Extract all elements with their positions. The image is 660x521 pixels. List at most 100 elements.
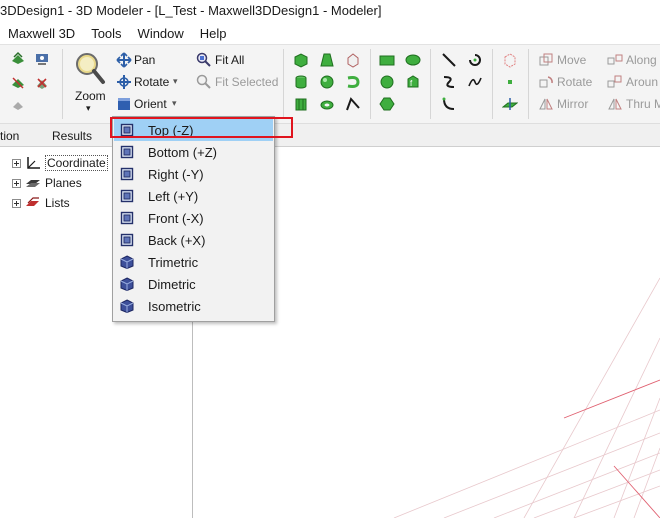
menu-label-dimetric: Dimetric <box>148 276 196 292</box>
pan-icon[interactable] <box>116 52 132 68</box>
fit-selected-icon[interactable] <box>196 74 212 90</box>
sphere-primitive-icon[interactable] <box>319 74 335 90</box>
duplicate-mirror-icon[interactable] <box>607 96 623 112</box>
polyhedron-primitive-icon[interactable] <box>345 52 361 68</box>
expand-icon[interactable] <box>12 198 21 208</box>
fit-all-label[interactable]: Fit All <box>215 53 244 67</box>
rotate-label[interactable]: Rotate <box>134 75 169 89</box>
rectangle-primitive-icon[interactable] <box>379 52 395 68</box>
iso-cube-icon <box>120 277 134 291</box>
cube-view-icon <box>120 233 134 247</box>
center-point-arc-icon[interactable] <box>441 96 457 112</box>
plane-icon[interactable] <box>502 96 518 112</box>
menu-label-trimetric: Trimetric <box>148 254 199 270</box>
spline-icon[interactable] <box>441 74 457 90</box>
tab-results[interactable]: Results <box>52 129 92 143</box>
menu-item-isometric[interactable]: Isometric <box>114 295 273 317</box>
expand-icon[interactable] <box>12 178 21 188</box>
fit-selected-label[interactable]: Fit Selected <box>215 75 278 89</box>
circle-primitive-icon[interactable] <box>379 74 395 90</box>
bondwire-primitive-icon[interactable] <box>345 96 361 112</box>
menu-label-isometric: Isometric <box>148 298 201 314</box>
fit-all-icon[interactable] <box>196 52 212 68</box>
ellipse-primitive-icon[interactable] <box>405 52 421 68</box>
tree-item-lists[interactable]: Lists <box>12 194 70 212</box>
tree-label-planes: Planes <box>45 176 82 190</box>
orient-icon[interactable] <box>116 96 132 112</box>
cube-view-icon <box>120 145 134 159</box>
view-tool-icon[interactable] <box>34 51 50 67</box>
orient-dropdown-arrow[interactable]: ▾ <box>172 98 177 109</box>
zoom-dropdown-arrow[interactable]: ▾ <box>86 103 91 114</box>
mirror-label[interactable]: Mirror <box>557 97 588 111</box>
helix-primitive-icon[interactable] <box>345 74 361 90</box>
menu-label-front: Front (-X) <box>148 210 204 226</box>
tree-label-coordinate: Coordinate <box>45 155 108 171</box>
menu-window[interactable]: Window <box>130 26 192 41</box>
coordinate-system-icon <box>27 157 40 169</box>
arc-icon[interactable] <box>467 52 483 68</box>
expand-icon[interactable] <box>12 158 21 168</box>
menu-label-bottom: Bottom (+Z) <box>148 144 217 160</box>
cylinder-primitive-icon[interactable] <box>293 74 309 90</box>
equation-curve-icon[interactable] <box>467 74 483 90</box>
tree-label-lists: Lists <box>45 196 70 210</box>
iso-cube-icon <box>120 255 134 269</box>
iso-cube-icon <box>120 299 134 313</box>
menu-item-left[interactable]: Left (+Y) <box>114 185 273 207</box>
box-primitive-icon[interactable] <box>293 52 309 68</box>
show-tool-icon[interactable] <box>10 97 26 113</box>
hide-tool-icon[interactable] <box>10 75 26 91</box>
cube-view-icon <box>120 211 134 225</box>
menu-item-dimetric[interactable]: Dimetric <box>114 273 273 295</box>
menu-label-back: Back (+X) <box>148 232 206 248</box>
duplicate-along-label[interactable]: Along <box>626 53 657 67</box>
annotation-highlight-box <box>110 117 293 138</box>
menu-help[interactable]: Help <box>192 26 235 41</box>
orient-menu: Top (-Z) Bottom (+Z) Right (-Y) Left (+Y… <box>112 116 275 322</box>
equation-surface-icon[interactable]: f <box>405 74 421 90</box>
menu-tools[interactable]: Tools <box>83 26 129 41</box>
menu-maxwell3d[interactable]: Maxwell 3D <box>0 26 83 41</box>
orient-label[interactable]: Orient <box>134 97 167 111</box>
duplicate-around-label[interactable]: Aroun <box>626 75 658 89</box>
menu-item-front[interactable]: Front (-X) <box>114 207 273 229</box>
point-icon[interactable] <box>502 74 518 90</box>
menu-item-trimetric[interactable]: Trimetric <box>114 251 273 273</box>
menu-item-bottom[interactable]: Bottom (+Z) <box>114 141 273 163</box>
cone-primitive-icon[interactable] <box>319 52 335 68</box>
select-tool-icon[interactable] <box>10 51 26 67</box>
mirror-icon[interactable] <box>538 96 554 112</box>
move-label[interactable]: Move <box>557 53 586 67</box>
menu-item-right[interactable]: Right (-Y) <box>114 163 273 185</box>
tab-partial[interactable]: tion <box>0 129 19 143</box>
window-title: 3DDesign1 - 3D Modeler - [L_Test - Maxwe… <box>0 0 660 22</box>
toolbar-ribbon: Zoom ▾ Pan Rotate ▾ Orient ▾ Fit All Fit… <box>0 44 660 123</box>
rotate-dropdown-arrow[interactable]: ▾ <box>173 76 178 87</box>
pan-label[interactable]: Pan <box>134 53 155 67</box>
line-icon[interactable] <box>441 52 457 68</box>
menu-bar: Maxwell 3D Tools Window Help <box>0 22 660 44</box>
rotate-icon[interactable] <box>116 74 132 90</box>
duplicate-mirror-label[interactable]: Thru M <box>626 97 660 111</box>
zoom-label[interactable]: Zoom <box>75 89 106 103</box>
zoom-icon[interactable] <box>74 51 106 87</box>
lists-icon <box>26 197 39 206</box>
rotate-object-label[interactable]: Rotate <box>557 75 592 89</box>
move-icon[interactable] <box>538 52 554 68</box>
duplicate-around-icon[interactable] <box>607 74 623 90</box>
menu-item-back[interactable]: Back (+X) <box>114 229 273 251</box>
rotate-object-icon[interactable] <box>538 74 554 90</box>
regular-polyhedron-icon[interactable] <box>293 96 309 112</box>
menu-label-right: Right (-Y) <box>148 166 204 182</box>
region-icon[interactable] <box>502 52 518 68</box>
delete-tool-icon[interactable] <box>34 75 50 91</box>
tree-item-coordinate[interactable]: Coordinate <box>12 154 108 172</box>
polygon-primitive-icon[interactable] <box>379 96 395 112</box>
menu-label-left: Left (+Y) <box>148 188 199 204</box>
tree-item-planes[interactable]: Planes <box>12 174 82 192</box>
torus-primitive-icon[interactable] <box>319 96 335 112</box>
duplicate-along-icon[interactable] <box>607 52 623 68</box>
planes-icon <box>26 180 40 187</box>
panel-tabs: tion Results <box>0 123 660 147</box>
